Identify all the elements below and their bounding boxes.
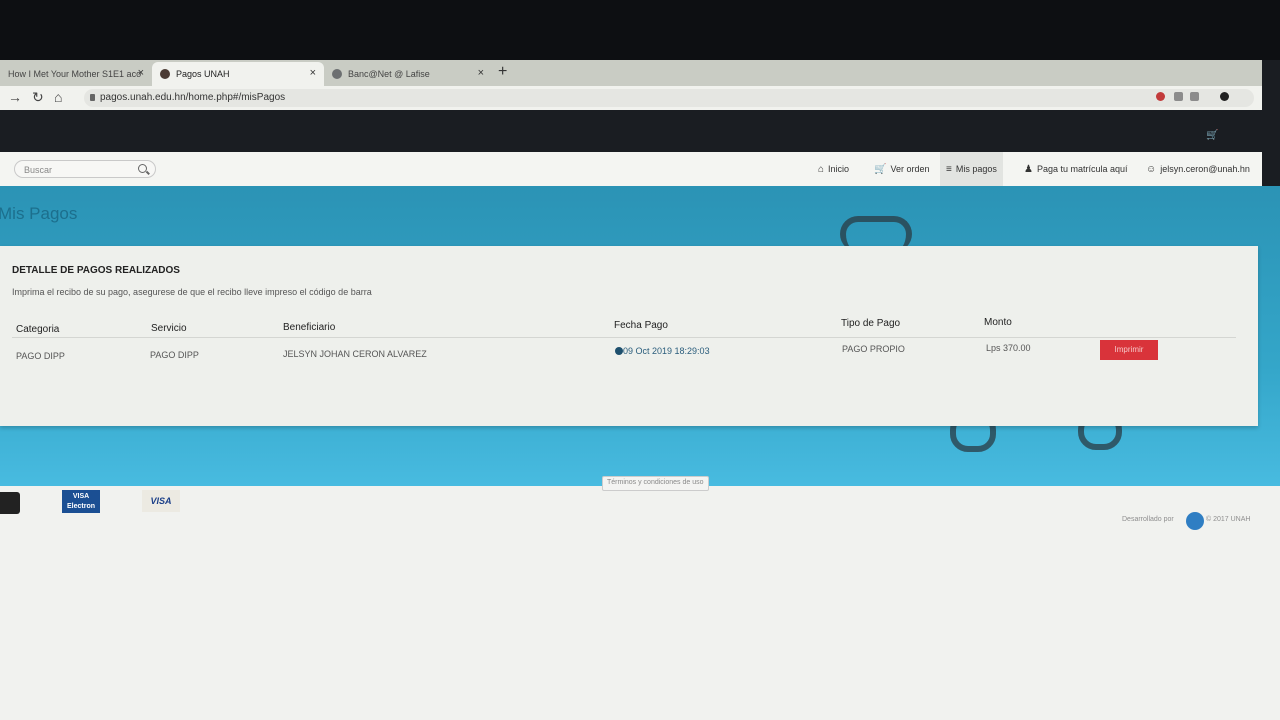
payments-card: DETALLE DE PAGOS REALIZADOS Imprima el r… bbox=[0, 246, 1258, 426]
tab-himym[interactable]: How I Met Your Mother S1E1 aco × bbox=[0, 62, 152, 86]
search-input[interactable]: Buscar bbox=[14, 160, 156, 178]
nav-label: Inicio bbox=[828, 164, 850, 174]
list-icon: ≡ bbox=[946, 164, 952, 175]
mascot-icon: ♟ bbox=[1024, 164, 1033, 175]
url-field[interactable]: pagos.unah.edu.hn/home.php#/misPagos bbox=[84, 89, 1254, 107]
tab-strip: How I Met Your Mother S1E1 aco × Pagos U… bbox=[0, 60, 1262, 86]
print-receipt-button[interactable]: Imprimir bbox=[1100, 340, 1158, 360]
column-header-categoria: Categoria bbox=[16, 324, 60, 335]
visa-logo: VISA bbox=[142, 490, 180, 512]
cell-servicio: PAGO DIPP bbox=[150, 350, 199, 360]
payments-heading: DETALLE DE PAGOS REALIZADOS bbox=[12, 265, 180, 276]
cell-beneficiario: JELSYN JOHAN CERON ALVAREZ bbox=[283, 349, 427, 359]
site-topbar bbox=[0, 110, 1262, 152]
cart-icon[interactable]: 🛒 bbox=[1206, 130, 1218, 141]
search-icon[interactable] bbox=[138, 164, 147, 173]
nav-label: Ver orden bbox=[890, 164, 930, 174]
column-header-monto: Monto bbox=[984, 317, 1012, 328]
cell-categoria: PAGO DIPP bbox=[16, 351, 65, 361]
developed-by-label: Desarrollado por bbox=[1122, 516, 1174, 523]
developer-logo-icon bbox=[1186, 512, 1204, 530]
cart-icon: 🛒 bbox=[874, 164, 887, 175]
tab-title: Pagos UNAH bbox=[176, 69, 230, 79]
nav-user-account[interactable]: ☺ jelsyn.ceron@unah.hn bbox=[1140, 152, 1256, 186]
cell-fecha: 09 Oct 2019 18:29:03 bbox=[615, 346, 710, 356]
nav-label: Paga tu matrícula aquí bbox=[1036, 164, 1128, 174]
cell-fecha-text: 09 Oct 2019 18:29:03 bbox=[623, 346, 710, 356]
screen-bezel bbox=[0, 0, 1280, 60]
cell-monto: Lps 370.00 bbox=[986, 343, 1031, 353]
extension-icon[interactable] bbox=[1156, 92, 1165, 101]
close-icon[interactable]: × bbox=[138, 67, 144, 79]
visa-electron-logo: VISA Electron bbox=[62, 490, 100, 513]
nav-paga-matricula[interactable]: ♟ Paga tu matrícula aquí bbox=[1018, 152, 1134, 186]
page-title: Mis Pagos bbox=[0, 204, 78, 223]
nav-inicio[interactable]: ⌂ Inicio bbox=[812, 152, 855, 186]
url-text: pagos.unah.edu.hn/home.php#/misPagos bbox=[100, 92, 286, 103]
home-button-icon[interactable]: ⌂ bbox=[54, 89, 62, 105]
extension-icon[interactable] bbox=[1174, 92, 1183, 101]
tab-title: Banc@Net @ Lafise bbox=[348, 69, 430, 79]
forward-icon[interactable]: → bbox=[8, 89, 22, 105]
column-header-fecha-pago: Fecha Pago bbox=[614, 320, 668, 331]
site-navbar: Buscar ⌂ Inicio 🛒 Ver orden ≡ Mis pagos ♟ Pa… bbox=[0, 152, 1262, 187]
favicon-icon bbox=[160, 69, 170, 79]
home-icon: ⌂ bbox=[818, 164, 825, 175]
terms-link[interactable]: Términos y condiciones de uso bbox=[602, 476, 709, 491]
extension-icon[interactable] bbox=[1190, 92, 1199, 101]
nav-label: jelsyn.ceron@unah.hn bbox=[1160, 164, 1250, 174]
column-header-tipo-pago: Tipo de Pago bbox=[841, 318, 901, 329]
table-header-divider bbox=[12, 337, 1236, 338]
tab-title: How I Met Your Mother S1E1 aco bbox=[8, 69, 142, 79]
user-icon: ☺ bbox=[1146, 164, 1157, 175]
cell-tipo: PAGO PROPIO bbox=[842, 344, 905, 354]
close-icon[interactable]: × bbox=[478, 67, 484, 79]
close-icon[interactable]: × bbox=[310, 67, 316, 79]
copyright: © 2017 UNAH bbox=[1206, 516, 1251, 523]
column-header-beneficiario: Beneficiario bbox=[283, 322, 336, 333]
payments-instructions: Imprima el recibo de su pago, asegurese … bbox=[12, 287, 372, 297]
lock-icon bbox=[90, 94, 95, 101]
globe-icon bbox=[332, 69, 342, 79]
address-bar-row: → ↻ ⌂ pagos.unah.edu.hn/home.php#/misPag… bbox=[0, 86, 1262, 110]
mastercard-logo bbox=[0, 492, 20, 514]
new-tab-button[interactable]: + bbox=[498, 63, 507, 81]
tab-pagos-unah[interactable]: Pagos UNAH × bbox=[152, 62, 324, 86]
site-footer bbox=[0, 486, 1280, 720]
nav-ver-orden[interactable]: 🛒 Ver orden bbox=[868, 152, 935, 186]
profile-avatar-icon[interactable] bbox=[1220, 92, 1229, 101]
reload-icon[interactable]: ↻ bbox=[32, 89, 44, 106]
search-placeholder: Buscar bbox=[24, 165, 53, 175]
tab-bancanet[interactable]: Banc@Net @ Lafise × bbox=[324, 62, 492, 86]
clock-icon bbox=[615, 347, 623, 355]
nav-label: Mis pagos bbox=[955, 164, 997, 174]
nav-mis-pagos[interactable]: ≡ Mis pagos bbox=[940, 152, 1003, 186]
column-header-servicio: Servicio bbox=[151, 323, 187, 334]
